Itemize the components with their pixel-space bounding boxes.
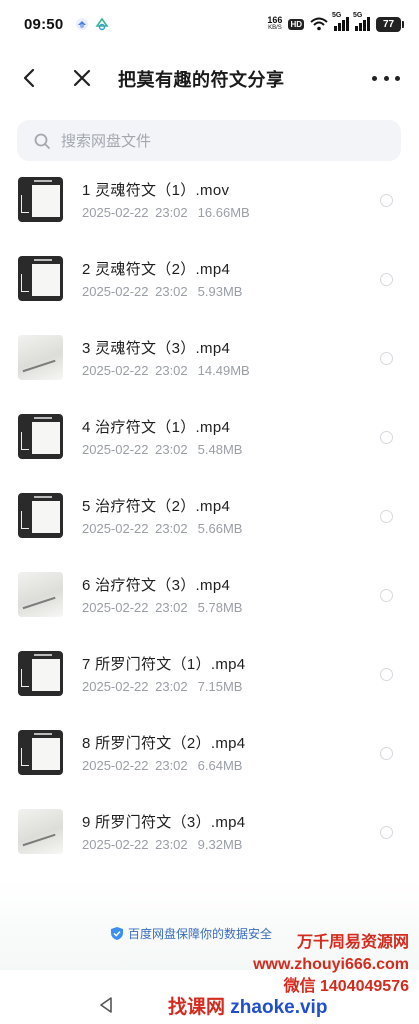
watermark-line-2: www.zhouyi666.com xyxy=(253,956,409,973)
file-meta: 2025-02-22 23:02 5.93MB xyxy=(82,284,242,299)
search-icon xyxy=(34,133,50,149)
close-icon[interactable] xyxy=(70,66,94,90)
status-time: 09:50 xyxy=(24,15,64,33)
watermark-bottom: 找课网 zhaoke.vip xyxy=(168,992,327,1019)
file-meta: 2025-02-22 23:02 14.49MB xyxy=(82,363,250,378)
file-item[interactable]: 6 治疗符文（3）.mp4 2025-02-22 23:02 5.78MB xyxy=(0,572,419,650)
select-radio[interactable] xyxy=(380,668,393,681)
file-name: 1 灵魂符文（1）.mov xyxy=(82,182,230,199)
status-bar: 09:50 166 KB/S HD 5G 5G 77 xyxy=(0,0,419,48)
file-date: 2025-02-22 23:02 xyxy=(82,600,188,615)
signal-label: 5G xyxy=(332,12,342,19)
select-radio[interactable] xyxy=(380,510,393,523)
file-name: 8 所罗门符文（2）.mp4 xyxy=(82,735,246,752)
network-speed-value: 166 xyxy=(267,15,283,25)
file-item[interactable]: 4 治疗符文（1）.mp4 2025-02-22 23:02 5.48MB xyxy=(0,414,419,492)
file-size: 7.15MB xyxy=(197,679,243,694)
video-thumbnail xyxy=(18,256,63,301)
top-nav: 把莫有趣的符文分享 xyxy=(0,52,419,104)
network-speed-unit: KB/S xyxy=(268,25,282,31)
system-back-icon[interactable] xyxy=(98,996,114,1014)
select-radio[interactable] xyxy=(380,352,393,365)
search-input[interactable]: 搜索网盘文件 xyxy=(17,120,401,161)
file-item[interactable]: 5 治疗符文（2）.mp4 2025-02-22 23:02 5.66MB xyxy=(0,493,419,571)
file-item[interactable]: 2 灵魂符文（2）.mp4 2025-02-22 23:02 5.93MB xyxy=(0,256,419,334)
file-size: 9.32MB xyxy=(197,837,243,852)
wifi-icon xyxy=(310,17,328,31)
file-date: 2025-02-22 23:02 xyxy=(82,442,188,457)
status-indicators: 166 KB/S HD 5G 5G 77 xyxy=(267,12,404,32)
app-notification-icon xyxy=(76,18,89,30)
file-name: 7 所罗门符文（1）.mp4 xyxy=(82,656,246,673)
battery-icon: 77 xyxy=(376,16,404,32)
video-thumbnail xyxy=(18,651,63,696)
back-arrow-icon[interactable] xyxy=(18,66,42,90)
file-item[interactable]: 9 所罗门符文（3）.mp4 2025-02-22 23:02 9.32MB xyxy=(0,809,419,887)
video-thumbnail xyxy=(18,414,63,459)
file-size: 5.66MB xyxy=(197,521,243,536)
file-meta: 2025-02-22 23:02 16.66MB xyxy=(82,205,250,220)
file-date: 2025-02-22 23:02 xyxy=(82,363,188,378)
file-item[interactable]: 3 灵魂符文（3）.mp4 2025-02-22 23:02 14.49MB xyxy=(0,335,419,413)
watermark-bottom-b: zhaoke.vip xyxy=(230,997,328,1018)
select-radio[interactable] xyxy=(380,431,393,444)
file-name: 3 灵魂符文（3）.mp4 xyxy=(82,340,231,357)
file-meta: 2025-02-22 23:02 9.32MB xyxy=(82,837,242,852)
file-date: 2025-02-22 23:02 xyxy=(82,679,188,694)
file-meta: 2025-02-22 23:02 5.66MB xyxy=(82,521,242,536)
file-size: 6.64MB xyxy=(197,758,243,773)
file-meta: 2025-02-22 23:02 5.78MB xyxy=(82,600,242,615)
file-meta: 2025-02-22 23:02 6.64MB xyxy=(82,758,242,773)
watermark: 万千周易资源网 www.zhouyi666.com 微信 1404049576 xyxy=(253,932,409,998)
file-meta: 2025-02-22 23:02 5.48MB xyxy=(82,442,242,457)
hd-badge: HD xyxy=(288,18,304,30)
security-note-text: 百度网盘保障你的数据安全 xyxy=(128,927,273,941)
video-thumbnail xyxy=(18,730,63,775)
file-date: 2025-02-22 23:02 xyxy=(82,521,188,536)
search-placeholder: 搜索网盘文件 xyxy=(61,133,152,150)
file-size: 16.66MB xyxy=(197,205,250,220)
file-size: 14.49MB xyxy=(197,363,250,378)
video-thumbnail xyxy=(18,493,63,538)
signal-icon-2: 5G xyxy=(353,12,370,31)
file-item[interactable]: 7 所罗门符文（1）.mp4 2025-02-22 23:02 7.15MB xyxy=(0,651,419,729)
video-thumbnail xyxy=(18,177,63,222)
shield-icon xyxy=(111,927,123,940)
status-app-icons xyxy=(75,17,109,31)
select-radio[interactable] xyxy=(380,826,393,839)
cloud-sync-icon xyxy=(95,17,109,31)
file-size: 5.78MB xyxy=(197,600,243,615)
security-note: 百度网盘保障你的数据安全 xyxy=(110,925,272,942)
select-radio[interactable] xyxy=(380,747,393,760)
video-thumbnail xyxy=(18,809,63,854)
file-item[interactable]: 8 所罗门符文（2）.mp4 2025-02-22 23:02 6.64MB xyxy=(0,730,419,808)
page-title: 把莫有趣的符文分享 xyxy=(118,70,285,90)
select-radio[interactable] xyxy=(380,194,393,207)
select-radio[interactable] xyxy=(380,589,393,602)
file-date: 2025-02-22 23:02 xyxy=(82,758,188,773)
file-date: 2025-02-22 23:02 xyxy=(82,205,188,220)
watermark-line-1: 万千周易资源网 xyxy=(296,934,409,951)
file-name: 9 所罗门符文（3）.mp4 xyxy=(82,814,246,831)
select-radio[interactable] xyxy=(380,273,393,286)
file-name: 2 灵魂符文（2）.mp4 xyxy=(82,261,231,278)
video-thumbnail xyxy=(18,335,63,380)
watermark-bottom-a: 找课网 xyxy=(168,997,226,1018)
video-thumbnail xyxy=(18,572,63,617)
file-size: 5.48MB xyxy=(197,442,243,457)
file-size: 5.93MB xyxy=(197,284,243,299)
file-name: 5 治疗符文（2）.mp4 xyxy=(82,498,231,515)
network-speed: 166 KB/S xyxy=(267,16,282,32)
file-date: 2025-02-22 23:02 xyxy=(82,284,188,299)
file-name: 4 治疗符文（1）.mp4 xyxy=(82,419,231,436)
file-meta: 2025-02-22 23:02 7.15MB xyxy=(82,679,242,694)
signal-icon: 5G xyxy=(332,12,349,31)
more-icon[interactable] xyxy=(372,66,400,90)
battery-level: 77 xyxy=(382,18,395,30)
signal-label-2: 5G xyxy=(353,12,363,19)
file-name: 6 治疗符文（3）.mp4 xyxy=(82,577,231,594)
file-item[interactable]: 1 灵魂符文（1）.mov 2025-02-22 23:02 16.66MB xyxy=(0,177,419,255)
file-date: 2025-02-22 23:02 xyxy=(82,837,188,852)
